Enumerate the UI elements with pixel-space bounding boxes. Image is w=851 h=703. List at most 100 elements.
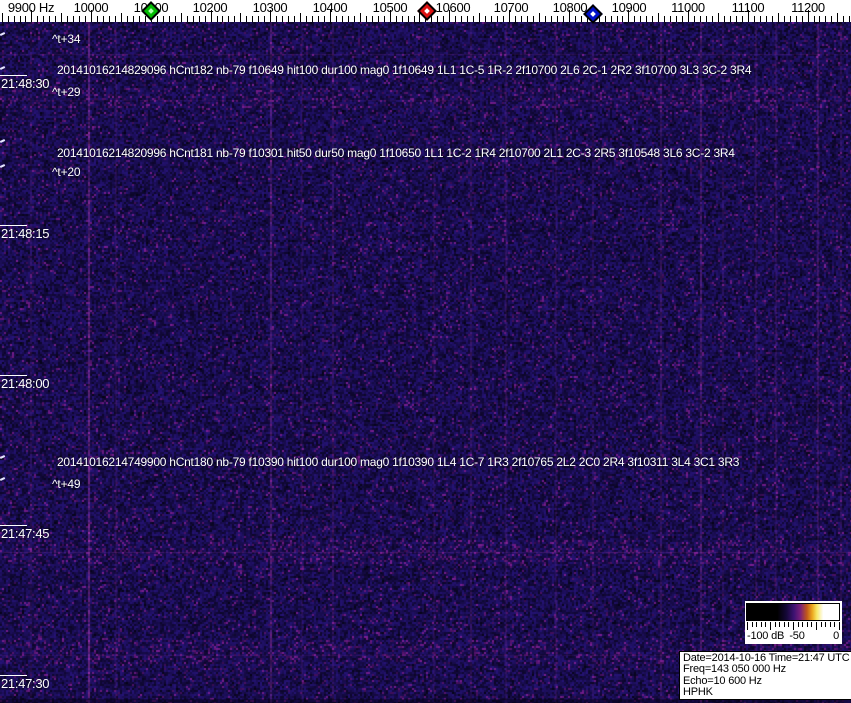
ruler-tick — [19, 16, 21, 22]
freq-label: 10600 — [435, 0, 471, 15]
ruler-tick — [97, 16, 99, 22]
ruler-tick — [389, 10, 391, 22]
legend-tick — [779, 622, 781, 627]
ruler-tick — [174, 16, 176, 22]
ruler-tick — [109, 16, 110, 22]
ruler-tick — [485, 16, 487, 22]
ruler-tick — [383, 16, 385, 22]
ruler-tick — [395, 16, 397, 22]
ruler-tick — [180, 13, 182, 22]
ruler-tick — [717, 13, 719, 22]
ruler-tick — [503, 16, 504, 22]
ruler-tick — [365, 16, 367, 22]
ruler-tick — [210, 10, 212, 22]
ruler-tick — [294, 16, 296, 22]
spectrogram-canvas[interactable] — [0, 22, 851, 703]
marker-red-dot — [424, 8, 430, 14]
legend-tick — [820, 622, 822, 627]
ruler-tick — [91, 10, 93, 22]
ruler-tick — [580, 16, 582, 22]
ruler-tick — [682, 16, 684, 22]
ruler-tick — [222, 16, 224, 22]
legend-tick — [802, 622, 804, 627]
db-scale-labels: -100 dB -50 0 — [745, 630, 842, 643]
ruler-tick — [807, 10, 809, 22]
ruler-tick — [532, 16, 534, 22]
ruler-tick — [359, 13, 361, 22]
info-station-id: HPHK — [683, 686, 713, 699]
ruler-tick — [168, 16, 170, 22]
legend-tick — [811, 622, 813, 627]
legend-tick — [751, 622, 753, 627]
ruler-tick — [813, 16, 815, 22]
ruler-tick — [604, 16, 606, 22]
ruler-tick — [783, 16, 785, 22]
ruler-tick — [270, 10, 272, 22]
ruler-tick — [520, 16, 522, 22]
ruler-tick — [1, 13, 3, 22]
ruler-tick — [132, 16, 134, 22]
ruler-tick — [747, 10, 749, 22]
detection-line: 20141016214820996 hCnt181 nb-79 f10301 h… — [57, 146, 735, 160]
time-offset-annotation: ^t+20 — [52, 165, 81, 179]
freq-label: 10700 — [493, 0, 529, 15]
ruler-tick — [568, 10, 570, 22]
ruler-tick — [120, 13, 122, 22]
ruler-tick — [455, 16, 457, 22]
legend-tick — [760, 622, 762, 627]
ruler-tick — [73, 16, 75, 22]
ruler-tick — [240, 13, 242, 22]
ruler-tick — [706, 16, 707, 22]
ruler-tick — [729, 16, 731, 22]
ruler-tick — [526, 16, 528, 22]
ruler-tick — [85, 16, 87, 22]
ruler-tick — [413, 16, 415, 22]
ruler-tick — [7, 16, 9, 22]
ruler-tick — [634, 16, 636, 22]
ruler-tick — [694, 16, 696, 22]
ruler-tick — [312, 16, 313, 22]
ruler-tick — [228, 16, 230, 22]
legend-tick — [788, 622, 790, 627]
marker-blue-dot — [590, 11, 596, 17]
ruler-tick — [622, 16, 624, 22]
ruler-tick — [688, 10, 690, 22]
colormap-gradient-bar — [746, 603, 840, 621]
ruler-tick — [31, 10, 33, 22]
ruler-tick — [204, 16, 206, 22]
ruler-tick — [103, 16, 104, 22]
ruler-tick — [246, 16, 248, 22]
legend-tick — [806, 622, 808, 627]
ruler-tick — [49, 16, 51, 22]
ruler-tick — [186, 16, 188, 22]
ruler-tick — [574, 16, 576, 22]
ruler-tick — [771, 16, 773, 22]
ruler-tick — [658, 13, 660, 22]
ruler-tick — [759, 16, 761, 22]
frequency-ruler[interactable]: 9900 Hz 10000 10100 10200 10300 10400 10… — [0, 0, 851, 24]
ruler-tick — [192, 16, 194, 22]
ruler-tick — [837, 13, 839, 22]
legend-tick — [839, 622, 840, 630]
ruler-tick — [323, 16, 325, 22]
ruler-tick — [700, 16, 701, 22]
ruler-tick — [43, 16, 45, 22]
ruler-tick — [843, 16, 845, 22]
legend-tick — [816, 622, 817, 630]
ruler-tick — [670, 16, 672, 22]
ruler-tick — [449, 10, 451, 22]
ruler-tick — [252, 16, 254, 22]
ruler-tick — [443, 16, 445, 22]
ruler-tick — [753, 16, 755, 22]
ruler-tick — [282, 16, 284, 22]
detection-line: 20141016214829096 hCnt182 nb-79 f10649 h… — [57, 63, 752, 77]
time-offset-annotation: ^t+49 — [52, 477, 81, 491]
ruler-tick — [329, 10, 331, 22]
ruler-tick — [664, 16, 666, 22]
meteor-echo-monitor: 9900 Hz 10000 10100 10200 10300 10400 10… — [0, 0, 851, 703]
ruler-tick — [371, 16, 373, 22]
legend-tick — [797, 622, 799, 627]
ruler-tick — [276, 16, 278, 22]
legend-tick — [756, 622, 758, 627]
legend-tick — [770, 622, 771, 630]
